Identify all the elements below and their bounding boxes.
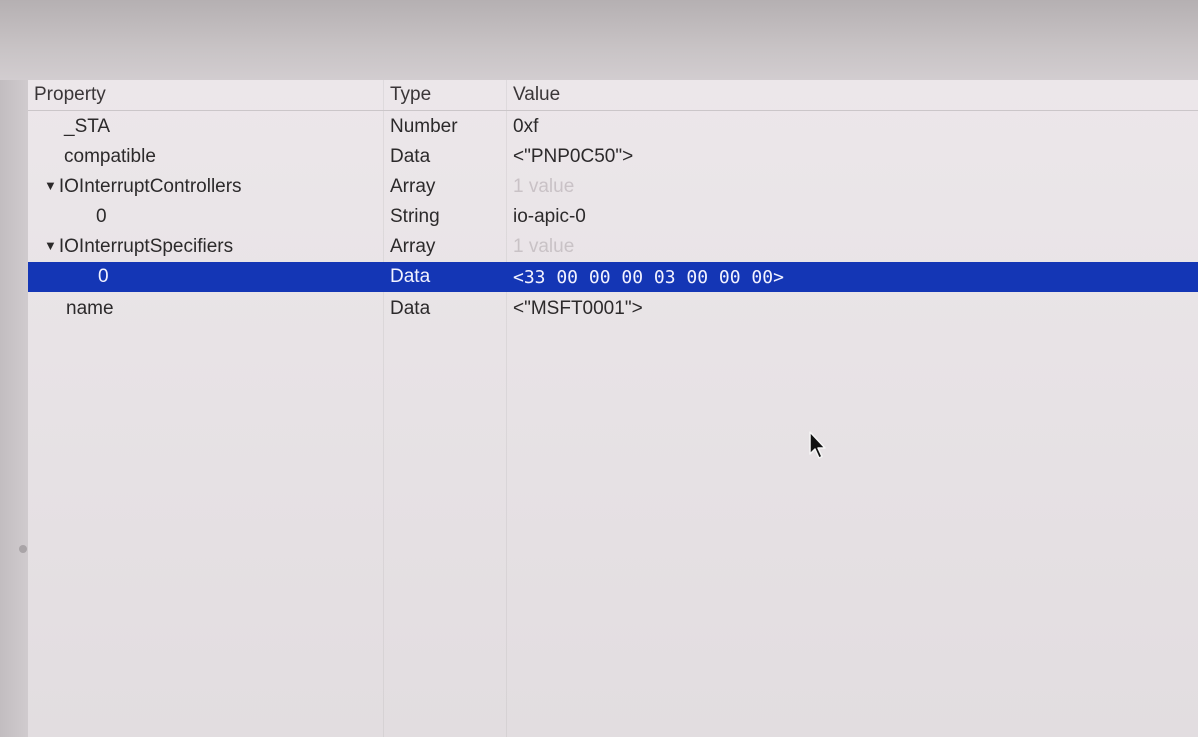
property-name: name — [66, 298, 114, 319]
property-name-cell: ▼ IOInterruptSpecifiers — [44, 236, 233, 258]
property-type: String — [390, 206, 440, 227]
property-type: Data — [390, 266, 431, 287]
column-header-property[interactable]: Property — [34, 84, 106, 106]
table-row[interactable]: name Data <"MSFT0001"> — [28, 294, 1198, 324]
property-value: <33 00 00 00 03 00 00 00> — [513, 267, 784, 288]
property-name-cell: ▼ IOInterruptControllers — [44, 176, 242, 198]
property-name: 0 — [96, 206, 107, 227]
property-type: Number — [390, 116, 458, 137]
property-value: io-apic-0 — [513, 206, 586, 227]
property-value: 1 value — [513, 176, 575, 197]
property-value: 0xf — [513, 116, 539, 137]
property-name: _STA — [64, 116, 111, 137]
table-row[interactable]: 0 String io-apic-0 — [28, 202, 1198, 232]
table-row[interactable]: ▼ IOInterruptSpecifiers Array 1 value — [28, 232, 1198, 262]
column-header-type[interactable]: Type — [390, 84, 431, 106]
top-bezel — [0, 0, 1198, 80]
property-name: compatible — [64, 146, 156, 167]
screen: Property Type Value _STA Number 0xf comp… — [0, 0, 1198, 737]
table-row[interactable]: ▼ IOInterruptControllers Array 1 value — [28, 172, 1198, 202]
property-value: <"MSFT0001"> — [513, 298, 643, 319]
column-header-value[interactable]: Value — [513, 84, 560, 106]
property-outline-view: Property Type Value _STA Number 0xf comp… — [28, 80, 1198, 737]
table-row-selected[interactable]: 0 Data <33 00 00 00 03 00 00 00> — [28, 262, 1198, 292]
property-type: Array — [390, 176, 436, 197]
property-type: Data — [390, 146, 431, 167]
table-row[interactable]: compatible Data <"PNP0C50"> — [28, 142, 1198, 172]
mouse-pointer-icon — [809, 431, 826, 459]
property-name: IOInterruptSpecifiers — [58, 236, 234, 257]
disclosure-triangle-down-icon[interactable]: ▼ — [44, 178, 57, 193]
table-row[interactable]: _STA Number 0xf — [28, 112, 1198, 142]
property-type: Data — [390, 298, 431, 319]
property-type: Array — [390, 236, 436, 257]
scroll-indicator-dot — [19, 545, 27, 553]
property-value: <"PNP0C50"> — [513, 146, 634, 167]
disclosure-triangle-down-icon[interactable]: ▼ — [44, 238, 57, 253]
left-sidebar-edge — [0, 80, 29, 737]
property-name: IOInterruptControllers — [58, 176, 242, 197]
property-name: 0 — [98, 266, 109, 287]
property-value: 1 value — [513, 236, 575, 257]
table-header: Property Type Value — [28, 80, 1198, 111]
